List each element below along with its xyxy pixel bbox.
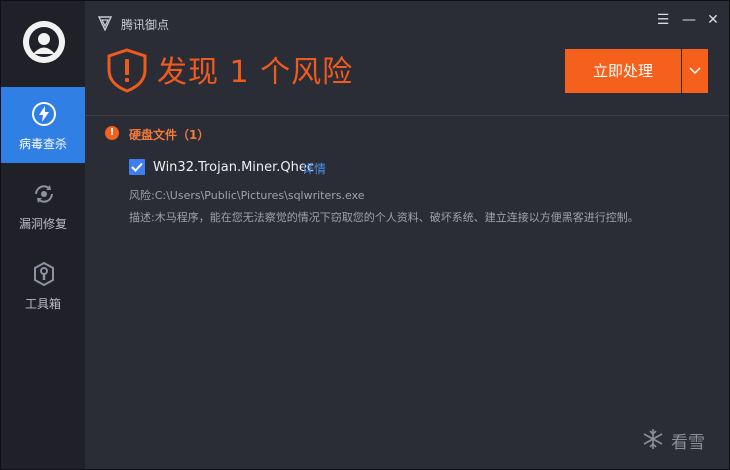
lightning-icon [32,102,56,126]
watermark: 看雪 [641,425,721,455]
app-window: 病毒查杀 漏洞修复 工具箱 腾讯御点 ☰ — ✕ 发现 1 个风险 立即处理 !… [0,0,730,470]
details-link[interactable]: 详情 [302,160,326,177]
sidebar-item-vuln-repair[interactable]: 漏洞修复 [1,167,85,243]
app-title: 腾讯御点 [121,18,170,32]
sidebar-item-label: 工具箱 [24,297,61,311]
sidebar-item-label: 病毒查杀 [18,137,67,151]
alert-title: 发现 1 个风险 [157,55,354,90]
user-icon [23,21,65,63]
wrench-icon [34,261,54,287]
risk-path: 风险:C:\Users\Public\Pictures\sqlwriters.e… [129,189,365,202]
sidebar: 病毒查杀 漏洞修复 工具箱 [1,1,85,469]
shield-logo-icon [97,16,113,31]
watermark-text: 看雪 [671,433,705,453]
sidebar-item-virus-scan[interactable]: 病毒查杀 [1,87,85,163]
warning-icon: ! [105,126,119,140]
checkmark-icon [131,162,143,172]
minimize-button[interactable]: — [681,11,697,29]
warning-shield-icon [107,48,147,93]
threat-checkbox[interactable] [129,159,145,175]
main-panel: 腾讯御点 ☰ — ✕ 发现 1 个风险 立即处理 ! 硬盘文件（1） Win32… [85,1,729,469]
sidebar-item-label: 漏洞修复 [18,217,67,231]
snowflake-icon [643,429,663,449]
chevron-down-icon [689,67,701,75]
threat-name: Win32.Trojan.Miner.Qhec [153,160,315,175]
sidebar-item-toolbox[interactable]: 工具箱 [1,247,85,323]
close-button[interactable]: ✕ [705,11,721,29]
action-dropdown-button[interactable] [682,49,708,93]
menu-button[interactable]: ☰ [655,11,671,29]
section-title: 硬盘文件（1） [129,128,210,142]
divider [85,115,729,116]
user-avatar[interactable] [23,21,65,63]
handle-now-button[interactable]: 立即处理 [565,49,681,93]
repair-cycle-icon [35,185,53,203]
threat-description: 描述:木马程序，能在您无法察觉的情况下窃取您的个人资料、破坏系统、建立连接以方便… [129,211,639,224]
